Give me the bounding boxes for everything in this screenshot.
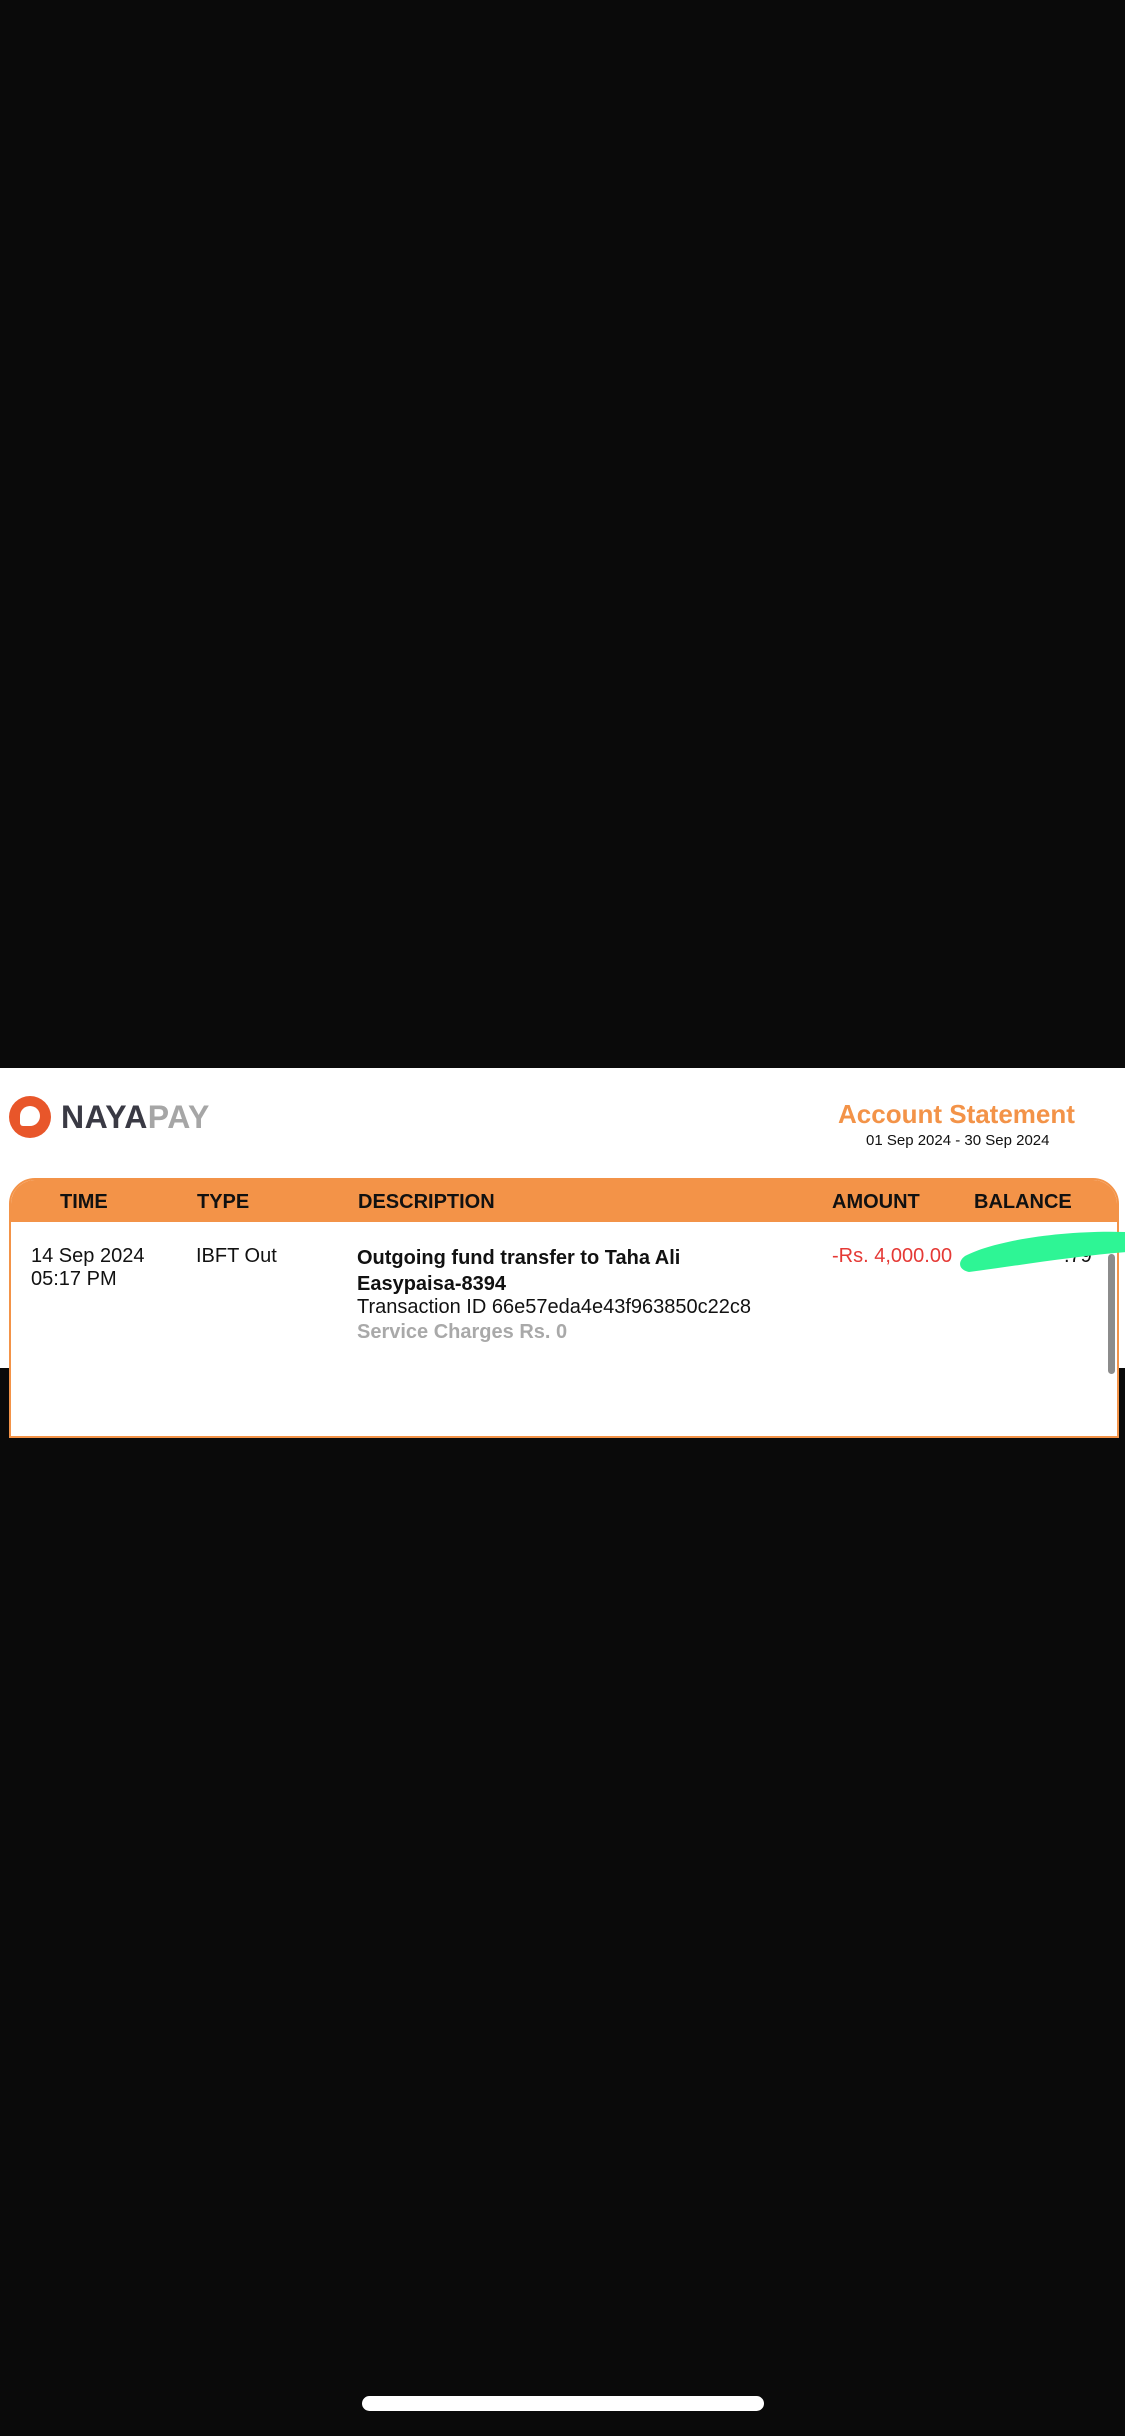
nayapay-logo: NAYAPAY	[9, 1094, 210, 1140]
home-indicator[interactable]	[362, 2396, 764, 2411]
logo-text-naya: NAYA	[61, 1098, 148, 1135]
header-type: TYPE	[197, 1191, 250, 1213]
header-amount: AMOUNT	[832, 1191, 920, 1213]
row-time: 05:17 PM	[31, 1268, 117, 1290]
statement-title: Account Statement	[838, 1099, 1075, 1129]
row-description-line2: Easypaisa-8394	[357, 1273, 507, 1295]
statement-period: 01 Sep 2024 - 30 Sep 2024	[866, 1132, 1050, 1149]
row-type: IBFT Out	[196, 1245, 277, 1267]
row-service-charges: Service Charges Rs. 0	[357, 1321, 568, 1343]
scrollbar[interactable]	[1108, 1254, 1115, 1374]
row-amount: -Rs. 4,000.00	[832, 1245, 953, 1267]
header-time: TIME	[60, 1191, 108, 1213]
row-transaction-id: Transaction ID 66e57eda4e43f963850c22c8	[357, 1296, 752, 1318]
balance-redaction-mark	[960, 1231, 1125, 1272]
header-balance: BALANCE	[974, 1191, 1072, 1213]
row-date: 14 Sep 2024	[31, 1245, 145, 1267]
logo-wordmark: NAYAPAY	[61, 1099, 210, 1136]
table-header: TIME TYPE DESCRIPTION AMOUNT BALANCE	[11, 1180, 1117, 1222]
logo-text-pay: PAY	[147, 1098, 210, 1135]
row-description-line1: Outgoing fund transfer to Taha Ali	[357, 1247, 681, 1269]
header-description: DESCRIPTION	[358, 1191, 495, 1213]
nayapay-logo-icon	[9, 1096, 51, 1138]
